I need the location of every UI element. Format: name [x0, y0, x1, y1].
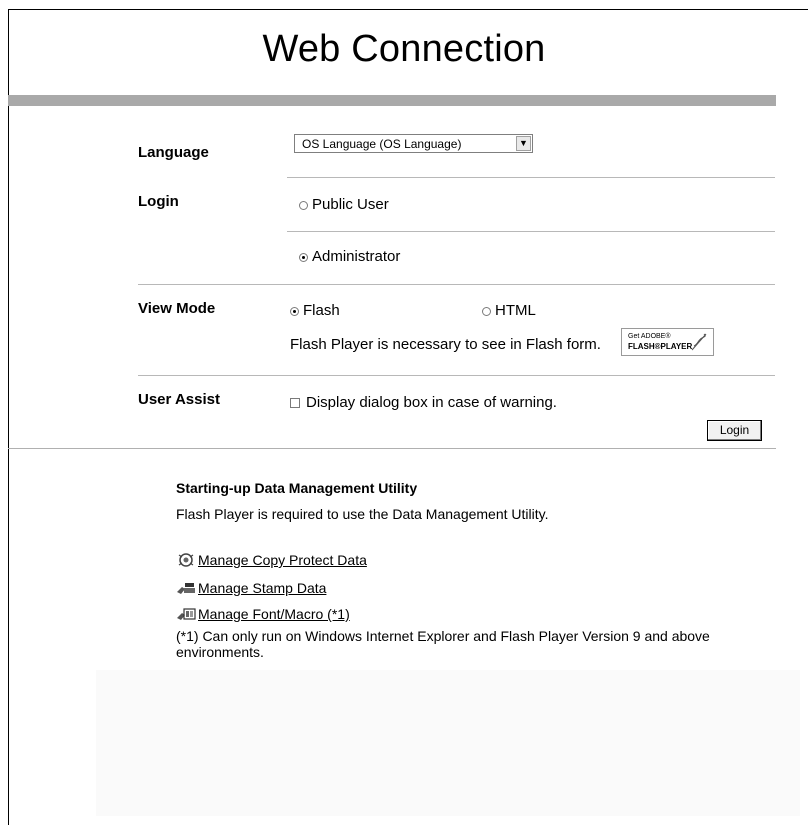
view-mode-flash[interactable]: Flash: [290, 302, 340, 319]
public-user-label: Public User: [312, 196, 389, 213]
radio-html[interactable]: [482, 306, 491, 316]
warning-dialog-label: Display dialog box in case of warning.: [306, 394, 557, 411]
user-assist-option[interactable]: Display dialog box in case of warning.: [290, 394, 557, 411]
login-button[interactable]: Login: [707, 420, 762, 441]
flash-label: Flash: [303, 302, 340, 319]
get-flash-player-badge[interactable]: Get ADOBE® FLASH®PLAYER: [621, 328, 714, 356]
divider: [287, 231, 775, 232]
badge-bottom-text: FLASH®PLAYER: [628, 342, 693, 351]
flash-logo-icon: [691, 333, 707, 351]
flash-note: Flash Player is necessary to see in Flas…: [290, 336, 601, 353]
chevron-down-icon[interactable]: ▼: [516, 136, 531, 151]
page-title: Web Connection: [262, 28, 546, 70]
warning-dialog-checkbox[interactable]: [290, 398, 300, 409]
divider: [138, 375, 775, 376]
badge-top-text: Get ADOBE®: [628, 333, 671, 340]
radio-flash[interactable]: [290, 306, 299, 316]
font-macro-icon: [177, 608, 196, 620]
radio-administrator[interactable]: [299, 252, 308, 262]
copy-protect-icon: [178, 553, 194, 567]
stamp-icon: [177, 583, 195, 594]
data-management-description: Flash Player is required to use the Data…: [176, 506, 549, 522]
section-divider: [8, 448, 776, 449]
html-label: HTML: [495, 302, 536, 319]
compatibility-note: (*1) Can only run on Windows Internet Ex…: [176, 628, 710, 660]
user-assist-label: User Assist: [138, 391, 220, 408]
view-mode-html[interactable]: HTML: [482, 302, 536, 319]
divider: [287, 177, 775, 178]
administrator-label: Administrator: [312, 248, 401, 265]
language-select[interactable]: OS Language (OS Language) ▼: [294, 134, 533, 153]
manage-copy-protect-link[interactable]: Manage Copy Protect Data: [176, 552, 367, 568]
language-label: Language: [138, 144, 209, 161]
data-management-title: Starting-up Data Management Utility: [176, 480, 418, 496]
title-divider-bar: [8, 95, 776, 106]
divider: [138, 284, 775, 285]
stamp-link-label: Manage Stamp Data: [198, 580, 327, 596]
footer-area: [96, 670, 800, 816]
language-select-value: OS Language (OS Language): [302, 137, 462, 151]
login-label: Login: [138, 193, 179, 210]
manage-font-macro-link[interactable]: Manage Font/Macro (*1): [176, 606, 350, 622]
login-option-public[interactable]: Public User: [299, 196, 389, 213]
font-macro-link-label: Manage Font/Macro (*1): [198, 606, 350, 622]
manage-stamp-link[interactable]: Manage Stamp Data: [176, 580, 326, 596]
view-mode-label: View Mode: [138, 300, 216, 317]
login-option-admin[interactable]: Administrator: [299, 248, 400, 265]
copy-protect-link-label: Manage Copy Protect Data: [198, 552, 367, 568]
radio-public-user[interactable]: [299, 200, 308, 210]
